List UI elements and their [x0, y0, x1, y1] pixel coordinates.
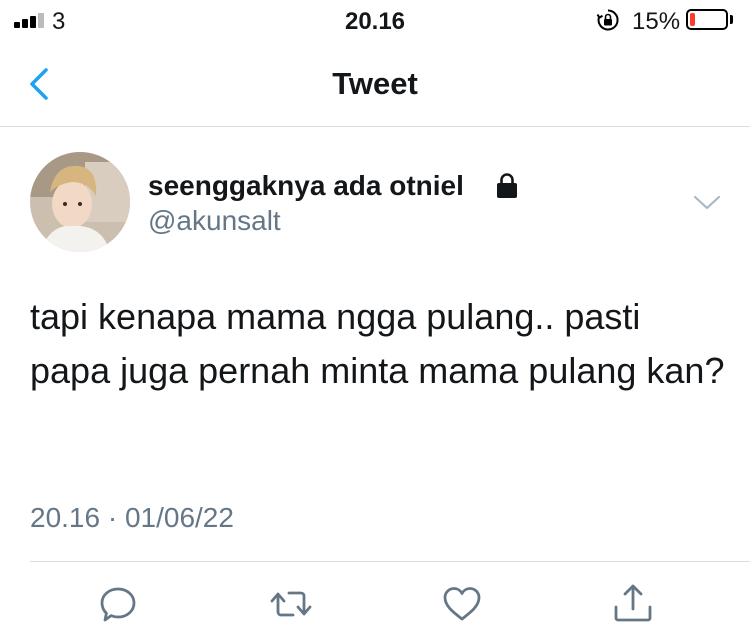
rotation-lock-icon: [596, 9, 619, 31]
share-icon[interactable]: [611, 582, 655, 626]
retweet-icon[interactable]: [269, 582, 313, 626]
chevron-down-icon[interactable]: [692, 190, 722, 214]
page-title: Tweet: [332, 66, 418, 101]
battery-tip: [730, 15, 733, 24]
battery-level-fill: [690, 13, 695, 26]
lock-icon: [497, 173, 517, 198]
status-bar: 3 20.16 15%: [0, 0, 750, 44]
reply-icon[interactable]: [96, 582, 140, 626]
display-name[interactable]: seenggaknya ada otniel: [148, 170, 464, 202]
tweet-timestamp: 20.16 · 01/06/22: [30, 502, 234, 533]
avatar-image: [30, 152, 130, 252]
battery-percent: 15%: [632, 8, 681, 35]
divider: [30, 561, 750, 562]
tweet-text: tapi kenapa mama ngga pulang.. pasti pap…: [30, 296, 725, 391]
user-handle[interactable]: @akunsalt: [148, 205, 281, 237]
navigation-bar: Tweet: [0, 44, 750, 127]
heart-icon[interactable]: [440, 582, 484, 626]
avatar[interactable]: [30, 152, 130, 252]
battery-icon: [686, 9, 728, 30]
